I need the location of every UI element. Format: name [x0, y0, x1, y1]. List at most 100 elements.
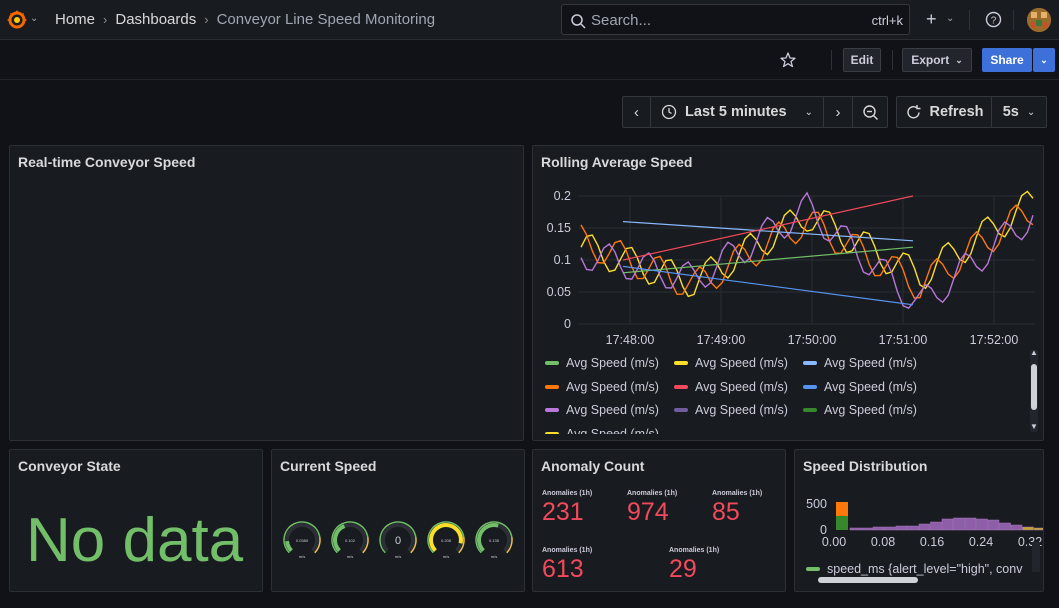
histogram-bar: [861, 527, 873, 531]
x-tick-label: 17:50:00: [788, 333, 837, 347]
histogram-bar: [836, 502, 848, 516]
histogram-bar: [849, 527, 862, 531]
y-tick-label: 0.05: [547, 285, 571, 299]
search-input[interactable]: Search... ctrl+k: [561, 4, 910, 35]
histogram-legend-item[interactable]: speed_ms {alert_level="high", conv: [806, 562, 1022, 576]
legend-item[interactable]: Avg Speed (m/s): [545, 380, 659, 394]
stat-label: Anomalies (1h): [627, 490, 678, 497]
legend-item[interactable]: Avg Speed (m/s): [674, 380, 788, 394]
panel-title[interactable]: Current Speed: [280, 458, 376, 474]
panel-anomaly-count[interactable]: Anomaly Count Anomalies (1h) 231 Anomali…: [532, 449, 786, 592]
edit-button[interactable]: Edit: [843, 48, 881, 72]
y-tick-label: 0: [564, 317, 571, 331]
histogram-bar: [895, 525, 908, 531]
star-icon[interactable]: [779, 51, 797, 69]
histogram-bar: [953, 517, 965, 531]
series-line: [622, 221, 914, 242]
y-tick-label: 500: [806, 497, 827, 511]
legend-label: Avg Speed (m/s): [566, 426, 659, 435]
y-tick-label: 0.2: [554, 189, 571, 203]
scrollbar-thumb[interactable]: [1031, 364, 1037, 410]
legend-item[interactable]: Avg Speed (m/s): [674, 356, 788, 370]
refresh-interval-picker[interactable]: 5s ⌄: [991, 96, 1047, 128]
gauge-value: 0.208: [441, 538, 452, 543]
histogram-bar: [930, 521, 942, 531]
legend-label: speed_ms {alert_level="high", conv: [827, 562, 1023, 576]
scroll-down-icon[interactable]: ▼: [1030, 422, 1038, 431]
gauge-unit: m/s: [299, 554, 305, 559]
legend-label: Avg Speed (m/s): [695, 403, 788, 417]
panel-conveyor-state[interactable]: Conveyor State No data: [9, 449, 263, 592]
legend-item[interactable]: Avg Speed (m/s): [674, 403, 788, 417]
histogram-bar: [999, 522, 1011, 531]
legend-item[interactable]: Avg Speed (m/s): [545, 403, 659, 417]
no-data-value: No data: [26, 506, 244, 575]
legend-scrollbar[interactable]: ▲ ▼: [1030, 348, 1038, 432]
refresh-button[interactable]: Refresh: [896, 96, 992, 128]
refresh-interval-label: 5s: [1002, 104, 1019, 120]
add-icon[interactable]: +: [926, 9, 937, 30]
zoom-out-button[interactable]: [852, 96, 888, 128]
export-button[interactable]: Export ⌄: [902, 48, 972, 72]
histogram-bar: [941, 518, 954, 531]
avatar[interactable]: [1027, 8, 1051, 32]
vertical-scrollbar[interactable]: [1032, 542, 1040, 572]
chevron-down-icon[interactable]: ⌄: [946, 13, 954, 24]
stat-value: 231: [542, 498, 584, 526]
chevron-left-icon: ‹: [634, 103, 639, 121]
stat-label: Anomalies (1h): [542, 490, 593, 497]
chevron-down-icon: ⌄: [1026, 106, 1036, 118]
grafana-logo-icon[interactable]: [6, 9, 28, 31]
time-forward-button[interactable]: ›: [823, 96, 853, 128]
breadcrumb-home[interactable]: Home: [55, 11, 95, 28]
panel-title[interactable]: Conveyor State: [18, 458, 121, 474]
divider: [831, 50, 832, 70]
legend-label: Avg Speed (m/s): [824, 379, 917, 394]
legend-item[interactable]: Avg Speed (m/s): [545, 356, 659, 370]
breadcrumb-dashboards[interactable]: Dashboards: [115, 11, 196, 28]
chevron-right-icon: ›: [204, 12, 209, 27]
histogram-bar: [872, 526, 885, 531]
x-tick-label: 17:49:00: [697, 333, 746, 347]
histogram-bar: [976, 518, 988, 531]
gauge-unit: m/s: [443, 554, 449, 559]
svg-text:?: ?: [991, 16, 997, 27]
histogram-chart[interactable]: 05000.00 0.08 0.16 0.24 0.32: [795, 490, 1044, 560]
scroll-up-icon[interactable]: ▲: [1030, 348, 1038, 357]
x-tick-label: 0.00: [822, 535, 846, 549]
refresh-label: Refresh: [929, 104, 984, 120]
panel-title[interactable]: Speed Distribution: [803, 458, 927, 474]
panel-title[interactable]: Anomaly Count: [541, 458, 644, 474]
legend-item[interactable]: Avg Speed (m/s): [545, 426, 659, 435]
share-button[interactable]: Share: [982, 48, 1032, 72]
horizontal-scrollbar[interactable]: [804, 576, 1040, 584]
histogram-bar: [1010, 524, 1023, 531]
legend-swatch: [803, 384, 817, 389]
export-label: Export: [911, 53, 950, 67]
scrollbar-thumb[interactable]: [818, 577, 918, 583]
legend-swatch: [674, 361, 688, 365]
panel-current-speed[interactable]: Current Speed 0.0389 m/s 0.102 m/s 0 m/s 0.208…: [271, 449, 525, 592]
help-icon[interactable]: ?: [985, 11, 1002, 28]
panel-title[interactable]: Real-time Conveyor Speed: [18, 154, 195, 170]
legend-swatch: [545, 431, 559, 434]
panel-rolling-average[interactable]: Rolling Average Speed 0 0.05 0.1 0.15 0.2 17:…: [532, 145, 1044, 441]
panel-realtime-speed[interactable]: Real-time Conveyor Speed: [9, 145, 524, 441]
time-range-picker[interactable]: Last 5 minutes ⌄: [650, 96, 824, 128]
legend-swatch: [803, 361, 817, 365]
time-back-button[interactable]: ‹: [622, 96, 651, 128]
stat-value: 974: [627, 498, 669, 526]
legend-item[interactable]: Avg Speed (m/s): [803, 403, 917, 417]
stat-label: Anomalies (1h): [669, 547, 720, 554]
rolling-chart[interactable]: 0 0.05 0.1 0.15 0.2 17:48:00 17:49:00 17:50:00 1…: [533, 186, 1044, 356]
legend-item[interactable]: Avg Speed (m/s): [803, 356, 917, 370]
gauge-value: 0.135: [489, 538, 500, 543]
legend-item[interactable]: Avg Speed (m/s): [803, 380, 917, 394]
search-placeholder: Search...: [591, 12, 652, 29]
divider: [892, 50, 893, 70]
chevron-down-icon[interactable]: ⌄: [30, 13, 38, 24]
panel-speed-distribution[interactable]: Speed Distribution 0 500 0.00 0.08 0.16 0.24 0…: [794, 449, 1044, 592]
panel-title[interactable]: Rolling Average Speed: [541, 154, 692, 170]
share-dropdown-button[interactable]: ⌄: [1033, 48, 1055, 72]
legend-swatch: [545, 361, 559, 365]
